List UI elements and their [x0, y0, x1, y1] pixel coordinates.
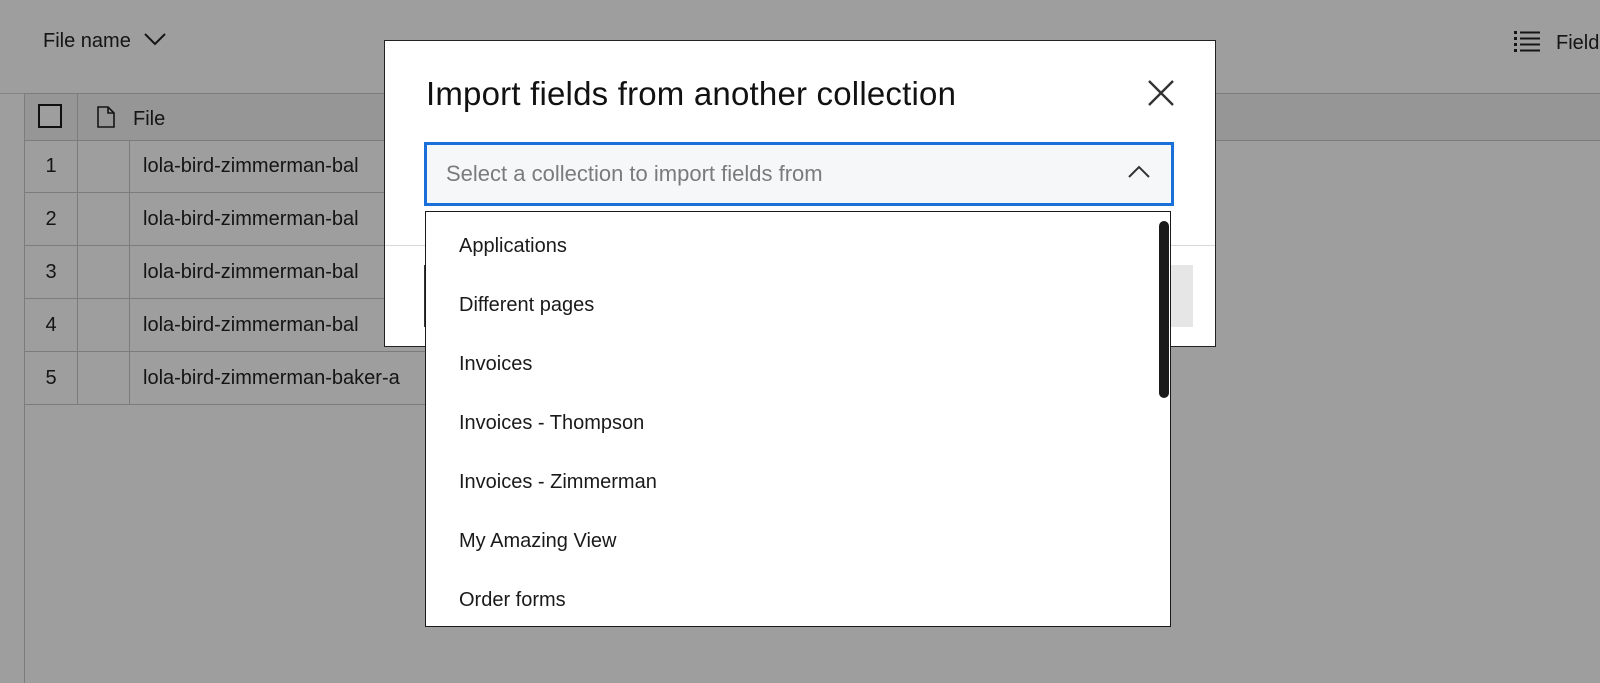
dropdown-option[interactable]: Invoices - Thompson — [459, 403, 1119, 443]
dropdown-option[interactable]: Invoices - Zimmerman — [459, 462, 1119, 502]
dropdown-option[interactable]: Applications — [459, 226, 1119, 266]
dropdown-option[interactable]: Order forms — [459, 580, 1119, 620]
chevron-up-icon — [1127, 165, 1151, 184]
dialog-title: Import fields from another collection — [426, 75, 957, 112]
dropdown-option[interactable]: Different pages — [459, 285, 1119, 325]
dropdown-option[interactable]: Invoices — [459, 344, 1119, 384]
dropdown-option[interactable]: My Amazing View — [459, 521, 1119, 561]
collection-dropdown-list[interactable]: Applications Different pages Invoices In… — [425, 211, 1171, 627]
collection-select[interactable]: Select a collection to import fields fro… — [424, 142, 1174, 206]
dropdown-scrollbar[interactable] — [1159, 221, 1169, 398]
close-button[interactable] — [1143, 75, 1179, 111]
close-icon — [1143, 80, 1179, 115]
collection-select-placeholder: Select a collection to import fields fro… — [446, 161, 823, 186]
